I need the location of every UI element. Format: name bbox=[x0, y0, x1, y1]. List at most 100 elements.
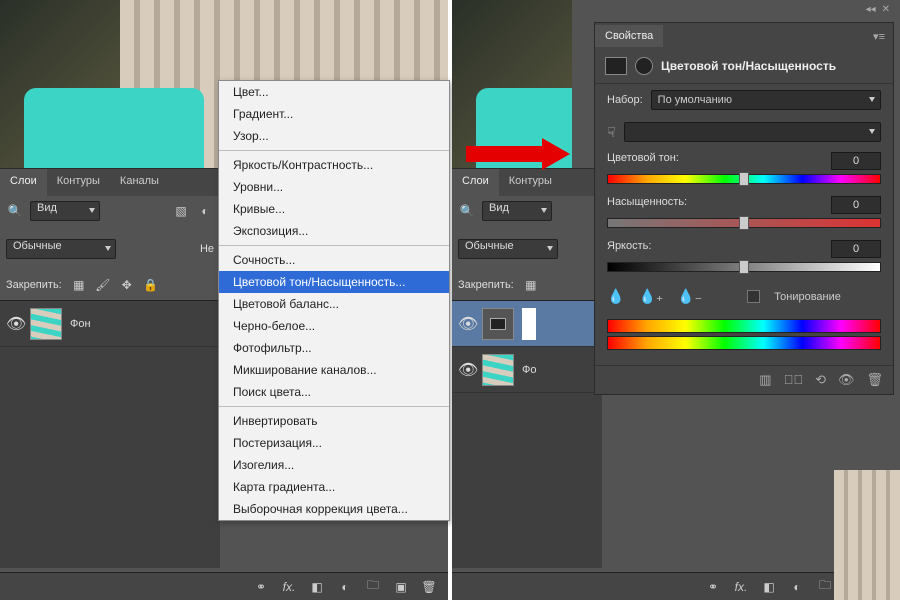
saturation-label: Насыщенность: bbox=[607, 196, 687, 214]
lightness-label: Яркость: bbox=[607, 240, 651, 258]
menu-item[interactable]: Узор... bbox=[219, 125, 449, 147]
layers-footer: ⚭ fx. ◧ ◐ 🗀 ▣ 🗑 bbox=[452, 572, 900, 600]
eyedropper-icon[interactable]: 💧 bbox=[607, 288, 624, 305]
canvas-strip bbox=[834, 470, 900, 600]
collapse-icon[interactable]: ◂◂ bbox=[866, 4, 876, 15]
tab-properties[interactable]: Свойства bbox=[595, 25, 663, 47]
lock-pixels-icon[interactable]: ▦ bbox=[522, 276, 540, 294]
layer-row-adjustment[interactable]: 👁 bbox=[452, 301, 602, 347]
trash-icon[interactable]: 🗑 bbox=[420, 580, 438, 594]
visibility-icon[interactable]: 👁 bbox=[6, 314, 22, 334]
lock-label: Закрепить: bbox=[458, 279, 514, 291]
link-icon[interactable]: ⚭ bbox=[704, 580, 722, 594]
channel-select[interactable] bbox=[624, 122, 881, 142]
properties-panel: Свойства ▾≡ Цветовой тон/Насыщенность На… bbox=[594, 22, 894, 395]
menu-item[interactable]: Изогелия... bbox=[219, 454, 449, 476]
menu-item[interactable]: Выборочная коррекция цвета... bbox=[219, 498, 449, 520]
clip-icon[interactable]: ▥ bbox=[759, 372, 771, 388]
visibility-icon[interactable]: 👁 bbox=[458, 314, 474, 334]
lock-all-icon[interactable]: 🔒 bbox=[142, 276, 160, 294]
toggle-visibility-icon[interactable]: 👁 bbox=[838, 372, 855, 388]
menu-item[interactable]: Микширование каналов... bbox=[219, 359, 449, 381]
layers-list: 👁 👁 Фо bbox=[452, 300, 602, 568]
lock-pixels-icon[interactable]: ▦ bbox=[70, 276, 88, 294]
colorize-checkbox[interactable] bbox=[747, 290, 760, 303]
previous-state-icon[interactable]: 👁⃕ bbox=[784, 372, 804, 388]
eyedropper-subtract-icon[interactable]: 💧₋ bbox=[677, 288, 702, 305]
saturation-value[interactable]: 0 bbox=[831, 196, 881, 214]
hue-value[interactable]: 0 bbox=[831, 152, 881, 170]
tab-layers[interactable]: Слои bbox=[0, 169, 47, 196]
adjustment-icon[interactable]: ◐ bbox=[336, 580, 354, 594]
layer-row[interactable]: 👁 Фо bbox=[452, 347, 602, 393]
mask-icon[interactable]: ◧ bbox=[760, 580, 778, 594]
menu-item[interactable]: Цвет... bbox=[219, 81, 449, 103]
menu-item[interactable]: Карта градиента... bbox=[219, 476, 449, 498]
lock-move-icon[interactable]: ✥ bbox=[118, 276, 136, 294]
panel-menu-icon[interactable]: ▾≡ bbox=[865, 30, 893, 43]
folder-icon[interactable]: 🗀 bbox=[364, 576, 382, 597]
fx-icon[interactable]: fx. bbox=[280, 580, 298, 594]
lightness-slider[interactable] bbox=[607, 262, 881, 272]
menu-item-hue-saturation[interactable]: Цветовой тон/Насыщенность... bbox=[219, 271, 449, 293]
properties-title: Цветовой тон/Насыщенность bbox=[661, 59, 836, 73]
hue-label: Цветовой тон: bbox=[607, 152, 679, 170]
preset-select[interactable]: По умолчанию bbox=[651, 90, 881, 110]
tab-paths[interactable]: Контуры bbox=[499, 169, 562, 196]
layer-filter-value: Вид bbox=[37, 202, 57, 214]
reset-icon[interactable]: ⟲ bbox=[815, 372, 826, 388]
targeted-adjust-icon[interactable]: ☟ bbox=[607, 124, 616, 141]
search-icon: 🔍 bbox=[458, 202, 476, 220]
adjustment-context-menu: Цвет... Градиент... Узор... Яркость/Конт… bbox=[218, 80, 450, 521]
preset-label: Набор: bbox=[607, 94, 643, 106]
adjustment-icon[interactable]: ◐ bbox=[788, 580, 806, 594]
adjustment-thumbnail[interactable] bbox=[482, 308, 514, 340]
tab-channels[interactable]: Каналы bbox=[110, 169, 169, 196]
folder-icon[interactable]: 🗀 bbox=[816, 576, 834, 597]
layer-thumbnail[interactable] bbox=[30, 308, 62, 340]
visibility-icon[interactable]: 👁 bbox=[458, 360, 474, 380]
menu-item[interactable]: Черно-белое... bbox=[219, 315, 449, 337]
menu-item[interactable]: Постеризация... bbox=[219, 432, 449, 454]
trash-icon[interactable]: 🗑 bbox=[866, 372, 883, 388]
menu-item[interactable]: Цветовой баланс... bbox=[219, 293, 449, 315]
hue-slider[interactable] bbox=[607, 174, 881, 184]
preset-value: По умолчанию bbox=[658, 94, 732, 106]
mask-thumbnail[interactable] bbox=[522, 308, 536, 340]
menu-item[interactable]: Яркость/Контрастность... bbox=[219, 154, 449, 176]
blend-mode-select[interactable]: Обычные bbox=[6, 239, 116, 259]
menu-item[interactable]: Экспозиция... bbox=[219, 220, 449, 242]
new-layer-icon[interactable]: ▣ bbox=[392, 580, 410, 594]
blend-mode-value: Обычные bbox=[13, 240, 62, 252]
menu-item[interactable]: Поиск цвета... bbox=[219, 381, 449, 403]
menu-item[interactable]: Сочность... bbox=[219, 249, 449, 271]
close-icon[interactable]: ✕ bbox=[882, 4, 890, 15]
menu-item[interactable]: Градиент... bbox=[219, 103, 449, 125]
adjustment-type-icon bbox=[605, 57, 627, 75]
lock-brush-icon[interactable]: 🖌 bbox=[94, 276, 112, 294]
layer-thumbnail[interactable] bbox=[482, 354, 514, 386]
fx-icon[interactable]: fx. bbox=[732, 580, 750, 594]
layer-row[interactable]: 👁 Фон bbox=[0, 301, 220, 347]
lightness-value[interactable]: 0 bbox=[831, 240, 881, 258]
eyedropper-add-icon[interactable]: 💧₊ bbox=[638, 288, 663, 305]
menu-item[interactable]: Инвертировать bbox=[219, 410, 449, 432]
mask-icon[interactable]: ◧ bbox=[308, 580, 326, 594]
menu-item[interactable]: Фотофильтр... bbox=[219, 337, 449, 359]
hue-range-bar-bottom[interactable] bbox=[607, 336, 881, 350]
link-icon[interactable]: ⚭ bbox=[252, 580, 270, 594]
hue-range-bar-top[interactable] bbox=[607, 319, 881, 333]
layer-filter-select[interactable]: Вид bbox=[482, 201, 552, 221]
menu-item[interactable]: Уровни... bbox=[219, 176, 449, 198]
colorize-label: Тонирование bbox=[774, 291, 841, 303]
layer-filter-select[interactable]: Вид bbox=[30, 201, 100, 221]
filter-adjust-icon[interactable]: ◐ bbox=[196, 202, 214, 220]
annotation-arrow bbox=[466, 138, 576, 168]
tab-layers[interactable]: Слои bbox=[452, 169, 499, 196]
saturation-slider[interactable] bbox=[607, 218, 881, 228]
menu-item[interactable]: Кривые... bbox=[219, 198, 449, 220]
blend-mode-select[interactable]: Обычные bbox=[458, 239, 558, 259]
filter-image-icon[interactable]: ▧ bbox=[172, 202, 190, 220]
layers-footer: ⚭ fx. ◧ ◐ 🗀 ▣ 🗑 bbox=[0, 572, 448, 600]
tab-paths[interactable]: Контуры bbox=[47, 169, 110, 196]
